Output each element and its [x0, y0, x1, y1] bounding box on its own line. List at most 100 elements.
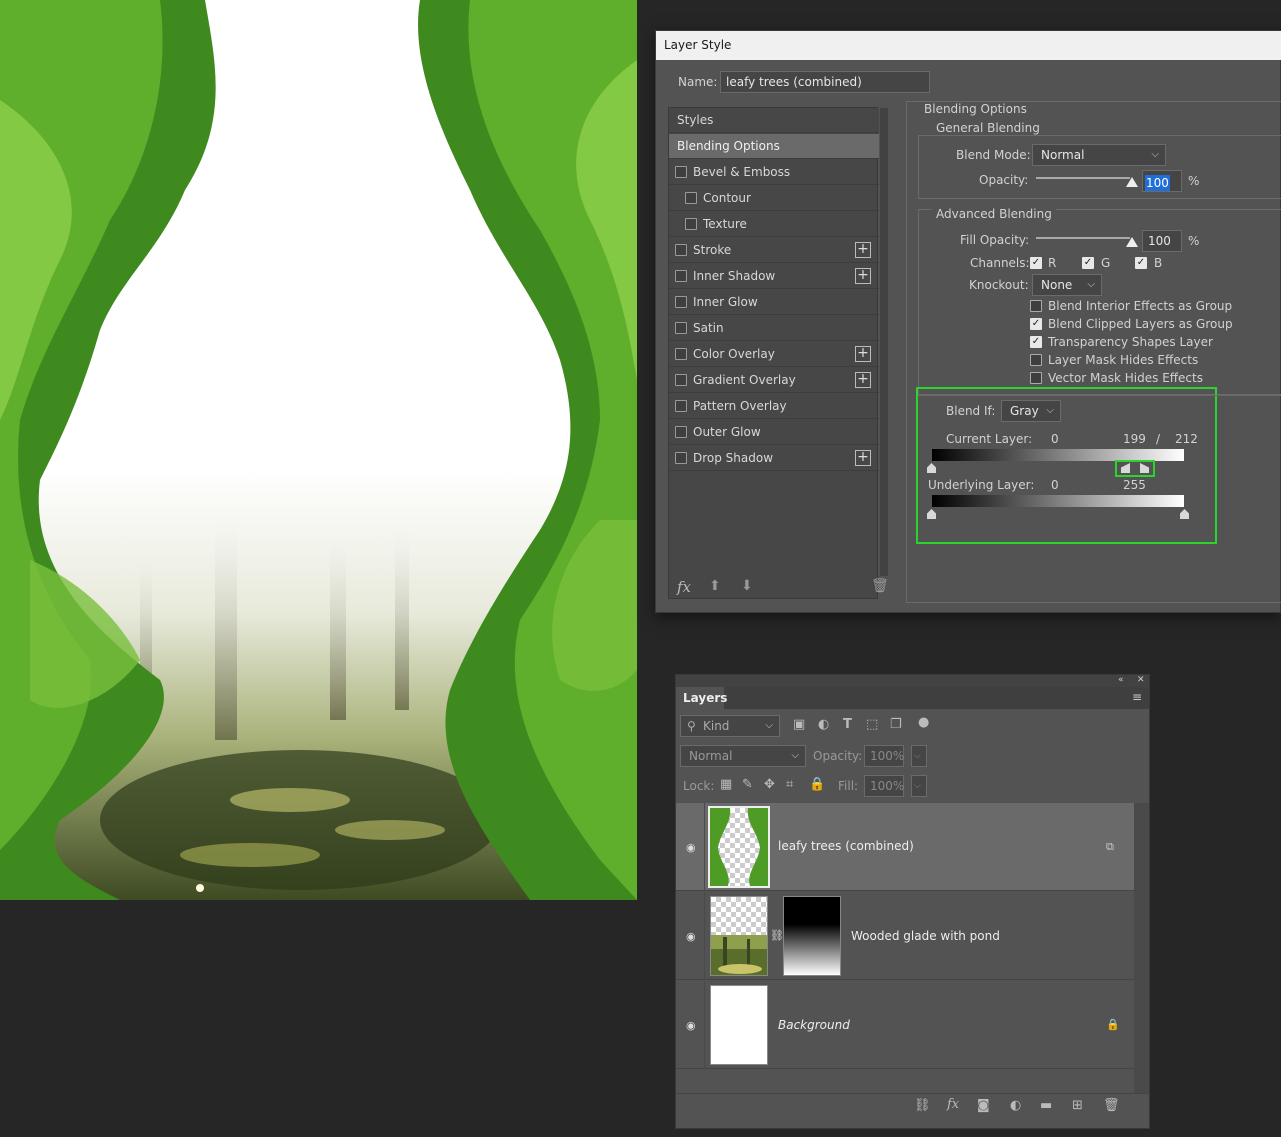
panel-titlebar[interactable] — [676, 675, 1149, 687]
lock-artboard-icon[interactable]: ⌗ — [786, 777, 793, 792]
add-mask-icon[interactable]: ◙ — [977, 1098, 990, 1113]
style-item-outer-glow[interactable]: Outer Glow — [669, 420, 879, 445]
blend-mode-select-layers[interactable]: Normal ⌵ — [680, 745, 806, 767]
style-checkbox[interactable] — [685, 192, 697, 204]
channel-b-checkbox[interactable]: ✓ — [1135, 257, 1147, 269]
style-item-drop-shadow[interactable]: Drop Shadow + — [669, 446, 879, 471]
adjustment-layer-filter-icon[interactable]: ◐ — [818, 717, 829, 732]
fill-opacity-slider-thumb[interactable] — [1126, 237, 1138, 247]
lock-pixels-icon[interactable]: ✎ — [742, 777, 753, 792]
lock-all-icon[interactable]: 🔒 — [809, 777, 825, 792]
add-effect-plus-icon[interactable]: + — [855, 268, 871, 284]
new-layer-icon[interactable]: ⊞ — [1072, 1098, 1083, 1113]
smart-object-filter-icon[interactable]: ❐ — [890, 717, 902, 732]
blending-options-item[interactable]: Blending Options — [669, 134, 879, 159]
trash-icon[interactable]: 🗑 — [871, 578, 889, 594]
layer-thumbnail-leafy-trees[interactable] — [708, 806, 770, 888]
layer-row-leafy-trees[interactable]: ◉ leafy trees (combined) ⧉ — [676, 803, 1134, 891]
styles-header[interactable]: Styles — [669, 108, 879, 133]
add-effect-plus-icon[interactable]: + — [855, 242, 871, 258]
style-item-color-overlay[interactable]: Color Overlay + — [669, 342, 879, 367]
style-checkbox[interactable] — [675, 426, 687, 438]
add-style-fx-icon[interactable]: fx — [947, 1097, 959, 1112]
add-effect-plus-icon[interactable]: + — [855, 346, 871, 362]
close-icon[interactable]: ✕ — [1137, 675, 1145, 685]
style-checkbox[interactable] — [675, 296, 687, 308]
link-layers-icon[interactable]: ⛓ — [914, 1098, 931, 1113]
channel-r-checkbox[interactable]: ✓ — [1030, 257, 1042, 269]
shape-layer-filter-icon[interactable]: ⬚ — [866, 717, 878, 732]
style-checkbox[interactable] — [675, 400, 687, 412]
advanced-option-checkbox[interactable]: ✓ — [1030, 336, 1042, 348]
style-item-bevel-emboss[interactable]: Bevel & Emboss — [669, 160, 879, 185]
advanced-option-checkbox[interactable] — [1030, 354, 1042, 366]
style-item-contour[interactable]: Contour — [669, 186, 879, 211]
style-item-inner-shadow[interactable]: Inner Shadow + — [669, 264, 879, 289]
layer-row-background[interactable]: ◉ Background 🔒 — [676, 981, 1134, 1069]
layer-name-wooded-glade[interactable]: Wooded glade with pond — [851, 929, 1000, 943]
pixel-layer-filter-icon[interactable]: ▣ — [793, 717, 805, 732]
layers-opacity-input[interactable]: 100% — [864, 745, 904, 767]
filter-kind-select[interactable]: ⚲ Kind ⌵ — [680, 715, 780, 737]
style-item-satin[interactable]: Satin — [669, 316, 879, 341]
style-item-texture[interactable]: Texture — [669, 212, 879, 237]
channel-g-checkbox[interactable]: ✓ — [1082, 257, 1094, 269]
style-checkbox[interactable] — [675, 244, 687, 256]
style-checkbox[interactable] — [675, 166, 687, 178]
advanced-option-checkbox[interactable] — [1030, 300, 1042, 312]
layer-name-leafy-trees[interactable]: leafy trees (combined) — [778, 839, 914, 853]
opacity-input[interactable]: 100 — [1142, 170, 1182, 192]
styles-scrollbar[interactable] — [880, 108, 888, 576]
layer-mask-thumbnail[interactable] — [783, 896, 841, 976]
style-item-stroke[interactable]: Stroke + — [669, 238, 879, 263]
panel-menu-icon[interactable]: ≡ — [1132, 690, 1142, 704]
add-effect-plus-icon[interactable]: + — [855, 450, 871, 466]
style-checkbox[interactable] — [675, 452, 687, 464]
opacity-dropdown-icon[interactable]: ⌵ — [911, 745, 927, 767]
collapse-icon[interactable]: « — [1118, 675, 1124, 685]
type-layer-filter-icon[interactable]: T — [843, 717, 852, 732]
fill-opacity-slider-track[interactable] — [1036, 237, 1130, 239]
lock-position-icon[interactable]: ✥ — [764, 777, 775, 792]
fx-icon[interactable]: fx — [677, 578, 691, 596]
new-group-icon[interactable]: ▬ — [1040, 1098, 1052, 1113]
fill-dropdown-icon[interactable]: ⌵ — [911, 775, 927, 797]
mask-link-icon[interactable]: ⛓ — [770, 929, 784, 942]
style-item-inner-glow[interactable]: Inner Glow — [669, 290, 879, 315]
move-up-icon[interactable]: ⬆ — [709, 578, 721, 594]
filter-toggle-icon[interactable]: ● — [918, 715, 929, 730]
lock-transparency-icon[interactable]: ▦ — [720, 777, 732, 792]
tab-layers[interactable]: Layers — [676, 687, 727, 709]
layer-row-wooded-glade[interactable]: ◉ ⛓ Wooded glade with pond — [676, 892, 1134, 980]
blend-if-select[interactable]: Gray ⌵ — [1001, 400, 1061, 422]
delete-layer-icon[interactable]: 🗑 — [1103, 1098, 1120, 1113]
layer-thumbnail-background[interactable] — [710, 985, 768, 1065]
style-item-gradient-overlay[interactable]: Gradient Overlay + — [669, 368, 879, 393]
layers-fill-input[interactable]: 100% — [864, 775, 904, 797]
layer-thumbnail-wooded-glade[interactable] — [710, 896, 768, 976]
style-checkbox[interactable] — [675, 348, 687, 360]
style-checkbox[interactable] — [675, 374, 687, 386]
style-checkbox[interactable] — [675, 270, 687, 282]
style-checkbox[interactable] — [675, 322, 687, 334]
advanced-option-checkbox[interactable] — [1030, 372, 1042, 384]
new-adjustment-layer-icon[interactable]: ◐ — [1010, 1098, 1021, 1113]
move-down-icon[interactable]: ⬇ — [741, 578, 753, 594]
layer-name-background[interactable]: Background — [778, 1018, 850, 1032]
layers-scrollbar[interactable] — [1134, 803, 1149, 1093]
opacity-slider-track[interactable] — [1036, 177, 1130, 179]
layer-name-input[interactable]: leafy trees (combined) — [720, 71, 930, 93]
advanced-option-checkbox[interactable]: ✓ — [1030, 318, 1042, 330]
add-effect-plus-icon[interactable]: + — [855, 372, 871, 388]
blend-mode-select[interactable]: Normal ⌵ — [1032, 144, 1166, 166]
visibility-eye-icon[interactable]: ◉ — [686, 1019, 698, 1032]
document-canvas[interactable] — [0, 0, 637, 900]
visibility-eye-icon[interactable]: ◉ — [686, 841, 698, 854]
style-item-pattern-overlay[interactable]: Pattern Overlay — [669, 394, 879, 419]
style-checkbox[interactable] — [685, 218, 697, 230]
opacity-slider-thumb[interactable] — [1126, 177, 1138, 187]
current-layer-high-b: 212 — [1175, 432, 1198, 446]
fill-opacity-input[interactable]: 100 — [1142, 230, 1182, 252]
visibility-eye-icon[interactable]: ◉ — [686, 930, 698, 943]
knockout-select[interactable]: None ⌵ — [1032, 274, 1102, 296]
